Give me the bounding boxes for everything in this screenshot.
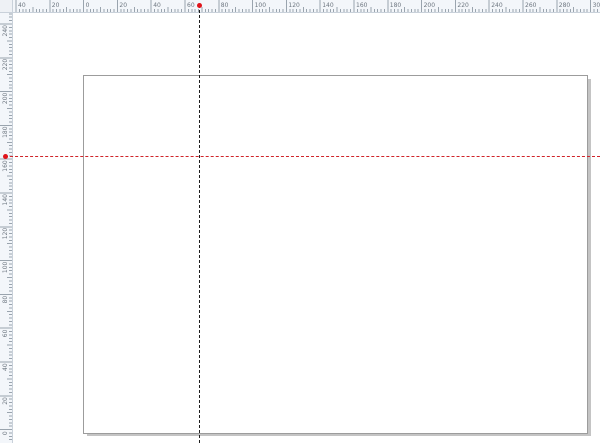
v-ruler-label: 160 bbox=[2, 160, 9, 172]
h-ruler-label: 160 bbox=[356, 2, 368, 9]
h-ruler-label: 300 bbox=[593, 2, 600, 9]
v-ruler-label: 40 bbox=[2, 363, 9, 371]
h-ruler-label: 120 bbox=[288, 2, 300, 9]
v-ruler-label: 60 bbox=[2, 329, 9, 337]
v-ruler-label: 100 bbox=[2, 261, 9, 273]
h-ruler-label: 20 bbox=[119, 2, 127, 9]
h-ruler-label: 40 bbox=[153, 2, 161, 9]
horizontal-ruler[interactable]: 40 20 0 20 40 60 80 100 120 140 160 180 200 220 240 260… bbox=[0, 0, 600, 13]
h-ruler-label: 20 bbox=[52, 2, 60, 9]
h-ruler-label: 140 bbox=[322, 2, 334, 9]
v-ruler-label: 240 bbox=[2, 25, 9, 37]
v-ruler-label: 20 bbox=[2, 397, 9, 405]
horizontal-ruler-scale: 40 20 0 20 40 60 80 100 120 140 160 180 200 220 240 260… bbox=[1, 0, 600, 12]
h-ruler-label: 0 bbox=[86, 2, 90, 9]
vertical-ruler-scale: 240220200180160140120100806040200 bbox=[0, 13, 12, 441]
h-ruler-label: 40 bbox=[18, 2, 26, 9]
h-ruler-label: 240 bbox=[491, 2, 503, 9]
v-ruler-label: 0 bbox=[2, 431, 9, 435]
v-ruler-label: 180 bbox=[2, 126, 9, 138]
h-ruler-label: 280 bbox=[559, 2, 571, 9]
vertical-guide-line[interactable] bbox=[199, 5, 200, 443]
v-ruler-label: 120 bbox=[2, 228, 9, 240]
horizontal-guide-line[interactable] bbox=[5, 156, 600, 157]
h-ruler-label: 200 bbox=[424, 2, 436, 9]
horizontal-guide-handle[interactable] bbox=[3, 154, 8, 159]
drawing-canvas[interactable]: 40 20 0 20 40 60 80 100 120 140 160 180 200 220 240 260… bbox=[0, 0, 600, 443]
h-ruler-label: 180 bbox=[390, 2, 402, 9]
v-ruler-label: 140 bbox=[2, 194, 9, 206]
h-ruler-label: 80 bbox=[221, 2, 229, 9]
v-ruler-label: 80 bbox=[2, 296, 9, 304]
v-ruler-label: 220 bbox=[2, 59, 9, 71]
h-ruler-label: 220 bbox=[457, 2, 469, 9]
vertical-guide-handle[interactable] bbox=[197, 3, 202, 8]
h-ruler-label: 100 bbox=[255, 2, 267, 9]
h-ruler-label: 60 bbox=[187, 2, 195, 9]
v-ruler-label: 200 bbox=[2, 92, 9, 104]
h-ruler-label: 260 bbox=[525, 2, 537, 9]
vertical-ruler[interactable]: 240 220 200 180 160 140 120 100 80 60 40 20 0 bbox=[0, 12, 13, 443]
ruler-corner[interactable] bbox=[0, 0, 13, 13]
document-page[interactable] bbox=[83, 75, 588, 434]
